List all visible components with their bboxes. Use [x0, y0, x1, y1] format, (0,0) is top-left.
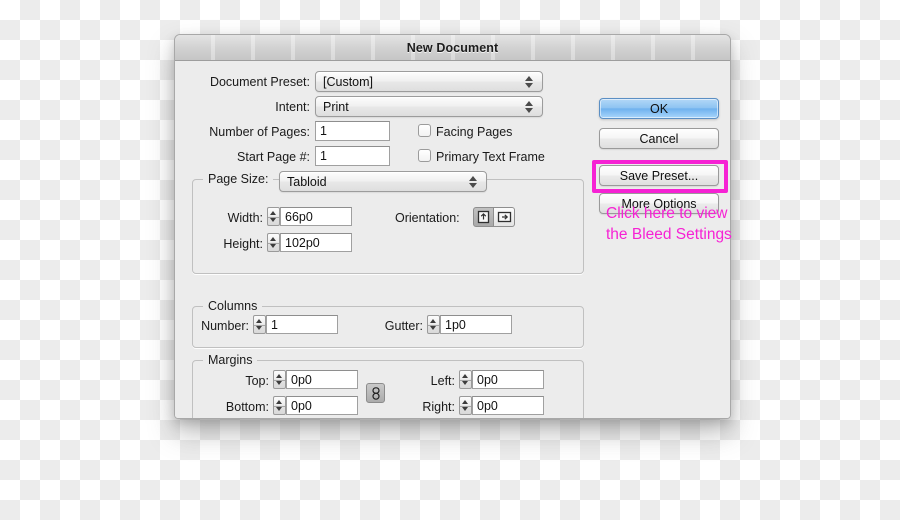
intent-select[interactable]: Print — [315, 96, 543, 117]
chain-link-glyph — [371, 386, 380, 400]
margin-top-stepper[interactable] — [273, 370, 286, 389]
page-size-group — [192, 179, 584, 274]
document-preset-value: [Custom] — [323, 74, 374, 89]
columns-group-title: Columns — [203, 299, 263, 313]
margin-bottom-stepper[interactable] — [273, 396, 286, 415]
margin-right-stepper[interactable] — [459, 396, 472, 415]
facing-pages-checkbox[interactable] — [418, 124, 431, 137]
primary-text-frame-checkbox[interactable] — [418, 149, 431, 162]
facing-pages-label[interactable]: Facing Pages — [436, 125, 512, 139]
ok-button-label: OK — [649, 101, 669, 116]
margin-right-input[interactable]: 0p0 — [472, 396, 544, 415]
height-label: Height: — [223, 237, 263, 251]
dialog-title: New Document — [406, 40, 499, 55]
intent-value: Print — [323, 99, 349, 114]
margin-left-label: Left: — [430, 374, 455, 388]
margin-right-value: 0p0 — [477, 398, 498, 413]
columns-gutter-stepper[interactable] — [427, 315, 440, 334]
margins-group-title: Margins — [203, 353, 258, 367]
chevron-updown-icon — [525, 100, 534, 114]
number-of-pages-value: 1 — [320, 124, 327, 138]
dialog-title-bar[interactable]: New Document — [175, 35, 730, 61]
margin-bottom-input[interactable]: 0p0 — [286, 396, 358, 415]
columns-gutter-input[interactable]: 1p0 — [440, 315, 512, 334]
page-size-value: Tabloid — [287, 174, 327, 189]
page-size-label: Page Size: — [203, 172, 274, 186]
cancel-button-label: Cancel — [639, 131, 679, 146]
landscape-orientation-icon[interactable] — [494, 207, 515, 227]
start-page-value: 1 — [320, 149, 327, 163]
width-stepper[interactable] — [267, 207, 280, 226]
margin-bottom-label: Bottom: — [225, 400, 269, 414]
document-preset-select[interactable]: [Custom] — [315, 71, 543, 92]
annotation-text: Click here to view the Bleed Settings — [606, 205, 732, 243]
cancel-button[interactable]: Cancel — [599, 128, 719, 149]
margin-top-label: Top: — [245, 374, 269, 388]
margin-top-value: 0p0 — [291, 372, 312, 387]
margin-bottom-value: 0p0 — [291, 398, 312, 413]
chevron-updown-icon — [469, 175, 478, 189]
start-page-label: Start Page #: — [237, 150, 310, 164]
margin-right-label: Right: — [422, 400, 455, 414]
orientation-label: Orientation: — [395, 211, 460, 225]
width-label: Width: — [227, 211, 263, 225]
height-value: 102p0 — [285, 235, 320, 250]
width-input[interactable]: 66p0 — [280, 207, 352, 226]
margin-top-input[interactable]: 0p0 — [286, 370, 358, 389]
intent-label: Intent: — [275, 100, 310, 114]
columns-number-label: Number: — [201, 319, 249, 333]
start-page-input[interactable]: 1 — [315, 146, 390, 166]
portrait-orientation-icon[interactable] — [473, 207, 494, 227]
margin-left-stepper[interactable] — [459, 370, 472, 389]
margin-left-input[interactable]: 0p0 — [472, 370, 544, 389]
columns-number-value: 1 — [271, 317, 278, 332]
portrait-page-glyph — [477, 210, 490, 224]
columns-number-input[interactable]: 1 — [266, 315, 338, 334]
columns-gutter-label: Gutter: — [384, 319, 423, 333]
height-input[interactable]: 102p0 — [280, 233, 352, 252]
more-options-highlight — [592, 160, 728, 193]
landscape-page-glyph — [497, 211, 511, 223]
number-of-pages-input[interactable]: 1 — [315, 121, 390, 141]
ok-button[interactable]: OK — [599, 98, 719, 119]
chevron-updown-icon — [525, 75, 534, 89]
width-value: 66p0 — [285, 209, 313, 224]
page-size-select[interactable]: Tabloid — [279, 171, 487, 192]
document-preset-label: Document Preset: — [209, 75, 310, 89]
height-stepper[interactable] — [267, 233, 280, 252]
number-of-pages-label: Number of Pages: — [209, 125, 310, 139]
primary-text-frame-label[interactable]: Primary Text Frame — [436, 150, 545, 164]
margin-left-value: 0p0 — [477, 372, 498, 387]
columns-number-stepper[interactable] — [253, 315, 266, 334]
columns-gutter-value: 1p0 — [445, 317, 466, 332]
